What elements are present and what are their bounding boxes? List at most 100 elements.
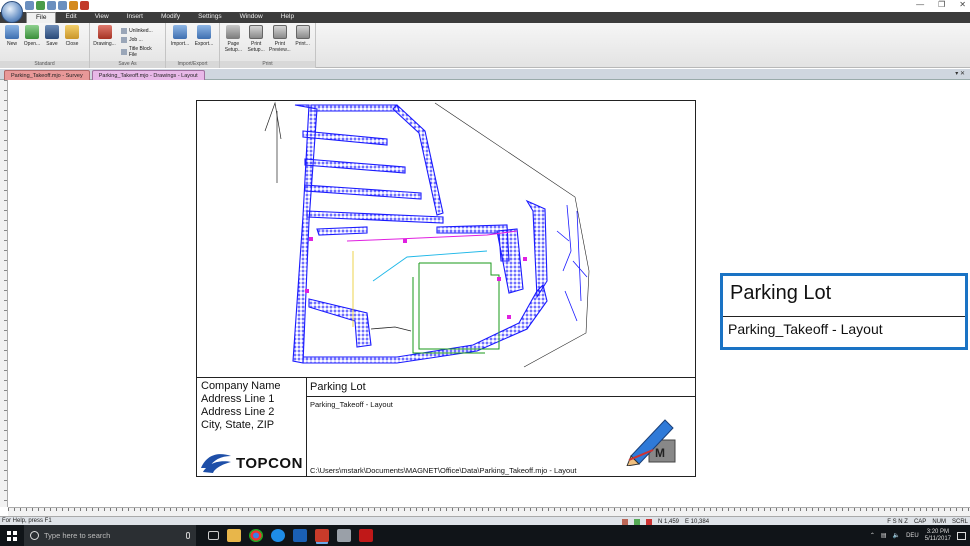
tray-chevron-icon[interactable]: ⌃ xyxy=(870,532,875,539)
cortana-icon xyxy=(30,531,39,540)
city-state-zip: City, State, ZIP xyxy=(201,419,275,431)
callout-subtitle: Parking_Takeoff - Layout xyxy=(728,321,883,337)
tab-view[interactable]: View xyxy=(86,12,118,23)
flag-scrl: SCRL xyxy=(951,518,968,525)
group-title: Print xyxy=(220,61,315,68)
quick-access-toolbar xyxy=(25,1,89,10)
clock[interactable]: 3:20 PM 5/11/2017 xyxy=(925,529,951,543)
tab-modify[interactable]: Modify xyxy=(152,12,189,23)
system-tray: ⌃ ▤ 🔈 DEU 3:20 PM 5/11/2017 xyxy=(870,525,966,546)
app-menu-button[interactable] xyxy=(1,1,23,23)
chevron-down-icon[interactable]: ▾ xyxy=(955,71,958,77)
status-bar: For Help, press F1 N 1,459 E 10,384 F S … xyxy=(0,516,970,525)
north-coordinate: N 1,459 xyxy=(658,518,680,525)
title-block-callout[interactable]: Parking Lot Parking_Takeoff - Layout xyxy=(720,273,968,350)
qat-undo-icon[interactable] xyxy=(47,1,56,10)
clock-date: 5/11/2017 xyxy=(924,535,951,542)
qat-redo-icon[interactable] xyxy=(58,1,67,10)
group-title: Save As xyxy=(90,61,165,68)
new-icon xyxy=(5,25,19,39)
taskbar-apps xyxy=(196,529,373,542)
acrobat-icon[interactable] xyxy=(359,529,373,542)
menu-tab-bar: File Edit View Insert Modify Settings Wi… xyxy=(0,12,970,23)
job-button[interactable]: Job ... xyxy=(121,37,160,43)
snap-icon[interactable] xyxy=(622,518,628,525)
taskbar-search[interactable] xyxy=(24,525,196,546)
windows-logo-icon xyxy=(7,530,17,541)
qat-tool-icon[interactable] xyxy=(69,1,78,10)
magnet-pencil-icon: M xyxy=(626,419,676,466)
save-icon xyxy=(45,25,59,39)
grid-icon[interactable] xyxy=(634,518,640,525)
close-icon[interactable]: ✕ xyxy=(960,71,965,77)
file-path: C:\Users\mstark\Documents\MAGNET\Office\… xyxy=(310,466,577,475)
volume-icon[interactable]: 🔈 xyxy=(893,532,900,539)
doc-tab-layout[interactable]: Parking_Takeoff.mjo - Drawings - Layout xyxy=(91,70,205,80)
drawing-icon xyxy=(97,25,112,39)
microphone-icon[interactable] xyxy=(186,532,190,539)
minimize-icon[interactable]: — xyxy=(916,0,924,9)
windows-taskbar: ⌃ ▤ 🔈 DEU 3:20 PM 5/11/2017 xyxy=(0,525,970,546)
print-icon xyxy=(295,25,310,39)
unlinked-button[interactable]: Unlinked... xyxy=(121,28,160,34)
unlinked-icon xyxy=(121,28,128,34)
outlook-icon[interactable] xyxy=(293,529,307,542)
print-preview-icon xyxy=(272,25,287,39)
drawing-title: Parking Lot xyxy=(307,378,695,397)
ribbon-group-import-export: Import... Export... Import/Export xyxy=(166,23,220,68)
doc-tab-survey[interactable]: Parking_Takeoff.mjo - Survey xyxy=(4,70,90,80)
qat-open-icon[interactable] xyxy=(25,1,34,10)
skype-icon[interactable] xyxy=(271,529,285,542)
tab-window[interactable]: Window xyxy=(231,12,272,23)
company-name: Company Name xyxy=(201,380,281,392)
svg-text:M: M xyxy=(655,446,665,460)
topcon-logo: TOPCON xyxy=(199,452,303,474)
drawing-subtitle: Parking_Takeoff - Layout xyxy=(310,400,393,409)
open-icon xyxy=(25,25,39,39)
tab-settings[interactable]: Settings xyxy=(189,12,231,23)
start-button[interactable] xyxy=(0,525,24,546)
flag-num: NUM xyxy=(932,518,946,525)
file-explorer-icon[interactable] xyxy=(227,529,241,542)
tab-file[interactable]: File xyxy=(26,12,57,23)
vertical-ruler xyxy=(0,80,8,507)
task-view-icon[interactable] xyxy=(208,531,219,540)
ribbon-group-save-as: Drawing... Unlinked... Job ... Title Blo… xyxy=(90,23,166,68)
title-block: Company Name Address Line 1 Address Line… xyxy=(197,377,695,477)
export-icon xyxy=(197,25,211,39)
tab-edit[interactable]: Edit xyxy=(56,12,85,23)
tab-insert[interactable]: Insert xyxy=(118,12,152,23)
flag-cap: CAP xyxy=(913,518,927,525)
topcon-swirl-icon xyxy=(201,454,231,473)
group-title: Import/Export xyxy=(166,61,219,68)
title-block-icon xyxy=(121,49,127,55)
qat-save-icon[interactable] xyxy=(36,1,45,10)
east-coordinate: E 10,384 xyxy=(685,518,710,525)
page-setup-icon xyxy=(226,25,241,39)
close-doc-icon xyxy=(65,25,79,39)
parking-lot-drawing[interactable] xyxy=(197,101,695,377)
tab-help[interactable]: Help xyxy=(272,12,303,23)
import-icon xyxy=(173,25,187,39)
notification-icon[interactable] xyxy=(957,531,966,540)
language-indicator[interactable]: DEU xyxy=(906,533,919,539)
chrome-icon[interactable] xyxy=(249,529,263,542)
address-line-1: Address Line 1 xyxy=(201,393,275,405)
doc-tab-controls: ▾ ✕ xyxy=(955,70,965,77)
ribbon-group-standard: New Open... Save Close Standard xyxy=(0,23,90,68)
title-block-file-button[interactable]: Title Block File xyxy=(121,46,160,58)
job-icon xyxy=(121,37,128,43)
topcon-wordmark: TOPCON xyxy=(236,454,303,472)
flag-fsnz: F S N Z xyxy=(887,518,908,525)
magnet-office-icon[interactable] xyxy=(337,529,351,542)
network-icon[interactable]: ▤ xyxy=(881,532,887,539)
address-line-2: Address Line 2 xyxy=(201,406,275,418)
qat-help-icon[interactable] xyxy=(80,1,89,10)
close-icon[interactable]: ✕ xyxy=(959,0,966,9)
layout-sheet[interactable]: Company Name Address Line 1 Address Line… xyxy=(196,100,696,477)
powerpoint-icon[interactable] xyxy=(315,529,329,542)
restore-icon[interactable]: ❐ xyxy=(938,0,945,9)
search-input[interactable] xyxy=(44,531,174,540)
title-block-company: Company Name Address Line 1 Address Line… xyxy=(197,378,307,477)
ortho-icon[interactable] xyxy=(646,518,652,525)
